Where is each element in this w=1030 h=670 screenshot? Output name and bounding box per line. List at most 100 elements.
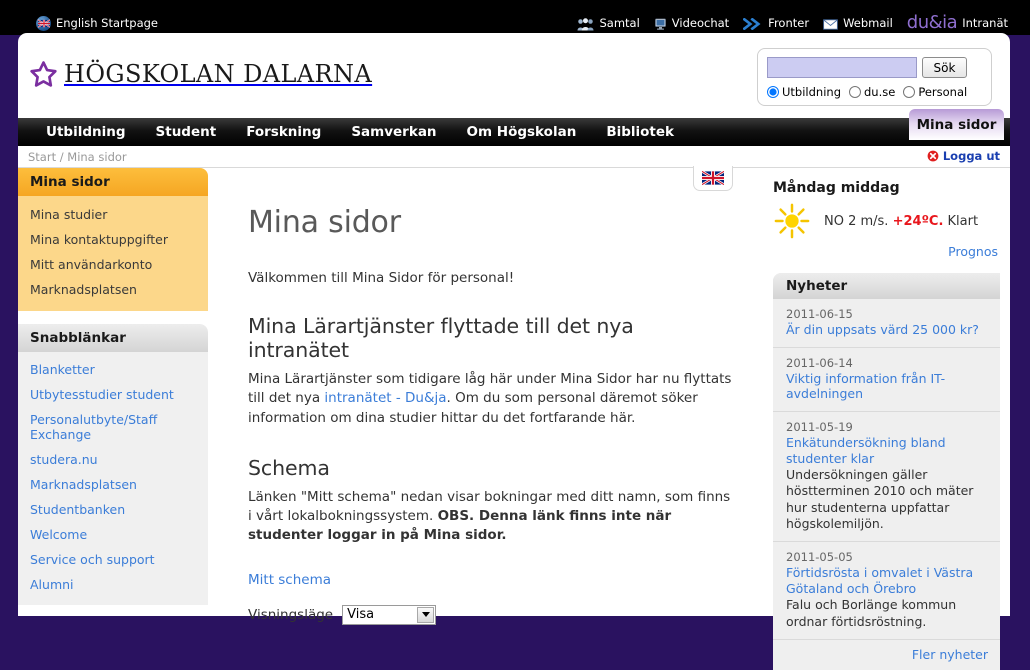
nav-item-bibliotek[interactable]: Bibliotek <box>606 124 674 140</box>
page-title: Mina sidor <box>248 205 401 240</box>
radio-utbildning[interactable] <box>767 86 779 98</box>
logo-text: HÖGSKOLAN DALARNA <box>64 60 373 88</box>
visningslage-select-value: Visa <box>347 607 375 623</box>
mitt-schema-link[interactable]: Mitt schema <box>248 572 331 588</box>
quicklink-welcome[interactable]: Welcome <box>18 522 208 547</box>
uk-flag-icon <box>702 171 724 185</box>
quicklink-blanketter[interactable]: Blanketter <box>18 357 208 382</box>
site-logo[interactable]: HÖGSKOLAN DALARNA <box>30 60 372 88</box>
news-title: Nyheter <box>773 273 1000 299</box>
videochat-label: Videochat <box>671 16 730 31</box>
search-scope-utbildning[interactable]: Utbildning <box>767 85 841 99</box>
weather-row: NO 2 m/s. +24ºC. Klart <box>773 202 1000 240</box>
radio-personal-label: Personal <box>918 85 968 99</box>
duja-logo-icon: du&ia <box>906 12 958 33</box>
webmail-link[interactable]: Webmail <box>823 18 893 30</box>
breadcrumb-separator: / <box>59 150 64 164</box>
sun-icon <box>774 203 810 239</box>
monitor-icon <box>654 18 666 30</box>
videochat-link[interactable]: Videochat <box>654 18 729 31</box>
topbar-right-group: Samtal Videochat Fronter Webmail du&ia I… <box>577 12 1008 33</box>
sidebar-item-mina-kontaktuppgifter[interactable]: Mina kontaktuppgifter <box>18 227 208 252</box>
weather-temperature: +24ºC. <box>892 213 944 229</box>
visningslage-select[interactable]: Visa <box>342 604 437 625</box>
breadcrumb: Start / Mina sidor <box>28 150 127 164</box>
nav-item-samverkan[interactable]: Samverkan <box>351 124 436 140</box>
news-date: 2011-06-15 <box>786 307 853 321</box>
breadcrumb-bar: Start / Mina sidor Logga ut <box>18 146 1010 168</box>
quicklink-studera-nu[interactable]: studera.nu <box>18 447 208 472</box>
search-submit-button[interactable]: Sök <box>922 57 967 78</box>
quicklink-personalutbyte[interactable]: Personalutbyte/Staff Exchange <box>18 407 208 447</box>
language-switch-tab[interactable] <box>693 166 733 191</box>
intranat-label: Intranät <box>962 16 1008 31</box>
nav-link-student[interactable]: Student <box>156 124 217 140</box>
news-item: 2011-05-19 Enkätundersökning bland stude… <box>773 412 1000 543</box>
quicklink-alumni[interactable]: Alumni <box>18 572 208 597</box>
prognos-link[interactable]: Prognos <box>773 244 1000 259</box>
people-icon <box>577 17 594 30</box>
logout-link[interactable]: Logga ut <box>927 149 1000 163</box>
quicklinks-box: Snabblänkar Blanketter Utbytesstudier st… <box>18 324 208 605</box>
nav-link-bibliotek[interactable]: Bibliotek <box>606 124 674 140</box>
sidebar-item-mina-studier[interactable]: Mina studier <box>18 202 208 227</box>
search-box: Sök Utbildning du.se Personal <box>757 48 992 106</box>
quicklink-service-och-support[interactable]: Service och support <box>18 547 208 572</box>
search-input[interactable] <box>767 57 917 78</box>
webmail-label: Webmail <box>843 16 893 31</box>
nav-link-utbildning[interactable]: Utbildning <box>46 124 126 140</box>
envelope-icon <box>823 18 838 30</box>
visningslage-label: Visningsläge <box>248 606 334 623</box>
right-sidebar: Måndag middag NO 2 m/s. +24ºC. Klart Pro… <box>763 168 1010 670</box>
nav-link-om-hogskolan[interactable]: Om Högskolan <box>467 124 577 140</box>
news-headline-link[interactable]: Enkätundersökning bland studenter klar <box>786 435 988 466</box>
star-logo-icon <box>30 61 57 87</box>
nav-item-forskning[interactable]: Forskning <box>246 124 321 140</box>
sidebar-item-marknadsplatsen[interactable]: Marknadsplatsen <box>18 277 208 302</box>
weather-text: NO 2 m/s. +24ºC. Klart <box>824 214 978 229</box>
fronter-link[interactable]: Fronter <box>743 18 809 30</box>
news-headline-link[interactable]: Viktig information från IT-avdelningen <box>786 371 988 402</box>
news-description: Falu och Borlänge kommun ordnar förtidsr… <box>786 597 957 629</box>
search-row: Sök <box>767 57 982 78</box>
weather-widget: Måndag middag NO 2 m/s. +24ºC. Klart Pro… <box>773 180 1000 259</box>
news-item: 2011-06-15 Är din uppsats värd 25 000 kr… <box>773 299 1000 348</box>
section-lararjanster-paragraph: Mina Lärartjänster som tidigare låg här … <box>248 370 733 428</box>
nav-item-utbildning[interactable]: Utbildning <box>46 124 126 140</box>
nav-list: Utbildning Student Forskning Samverkan O… <box>18 118 1010 146</box>
nav-link-samverkan[interactable]: Samverkan <box>351 124 436 140</box>
quicklink-marknadsplatsen[interactable]: Marknadsplatsen <box>18 472 208 497</box>
nav-item-student[interactable]: Student <box>156 124 217 140</box>
samtal-link[interactable]: Samtal <box>577 16 640 31</box>
breadcrumb-start[interactable]: Start <box>28 150 56 164</box>
english-startpage-link[interactable]: English Startpage <box>36 16 158 31</box>
quicklinks-list: Blanketter Utbytesstudier student Person… <box>18 352 208 605</box>
news-item: 2011-05-05 Förtidsrösta i omvalet i Väst… <box>773 542 1000 640</box>
sidebar-menu-box: Mina sidor Mina studier Mina kontaktuppg… <box>18 168 208 311</box>
samtal-label: Samtal <box>599 16 640 31</box>
more-news-link[interactable]: Fler nyheter <box>773 640 1000 670</box>
news-box: Nyheter 2011-06-15 Är din uppsats värd 2… <box>773 273 1000 670</box>
top-utility-bar: English Startpage Samtal Videochat Front… <box>0 0 1030 35</box>
news-headline-link[interactable]: Är din uppsats värd 25 000 kr? <box>786 322 988 338</box>
globe-uk-flag-icon <box>36 16 51 31</box>
chevron-down-icon[interactable] <box>417 606 435 623</box>
radio-duse[interactable] <box>849 86 861 98</box>
sidebar-menu-list: Mina studier Mina kontaktuppgifter Mitt … <box>18 196 208 311</box>
intranat-duja-link[interactable]: intranätet - Du&ja <box>324 390 446 406</box>
search-scope-duse[interactable]: du.se <box>849 85 895 99</box>
sidebar-item-mitt-anvandarkonto[interactable]: Mitt användarkonto <box>18 252 208 277</box>
english-startpage-label: English Startpage <box>56 15 158 30</box>
uk-flag-icon <box>38 19 50 28</box>
news-item: 2011-06-14 Viktig information från IT-av… <box>773 348 1000 412</box>
quicklink-studentbanken[interactable]: Studentbanken <box>18 497 208 522</box>
news-headline-link[interactable]: Förtidsrösta i omvalet i Västra Götaland… <box>786 565 988 596</box>
quicklink-utbytesstudier-student[interactable]: Utbytesstudier student <box>18 382 208 407</box>
search-scope-personal[interactable]: Personal <box>903 85 967 99</box>
nav-link-forskning[interactable]: Forskning <box>246 124 321 140</box>
intranat-link[interactable]: du&ia Intranät <box>906 12 1008 33</box>
nav-item-om-hogskolan[interactable]: Om Högskolan <box>467 124 577 140</box>
radio-personal[interactable] <box>903 86 916 98</box>
tab-mina-sidor[interactable]: Mina sidor <box>909 109 1004 140</box>
weather-condition: Klart <box>947 213 979 229</box>
